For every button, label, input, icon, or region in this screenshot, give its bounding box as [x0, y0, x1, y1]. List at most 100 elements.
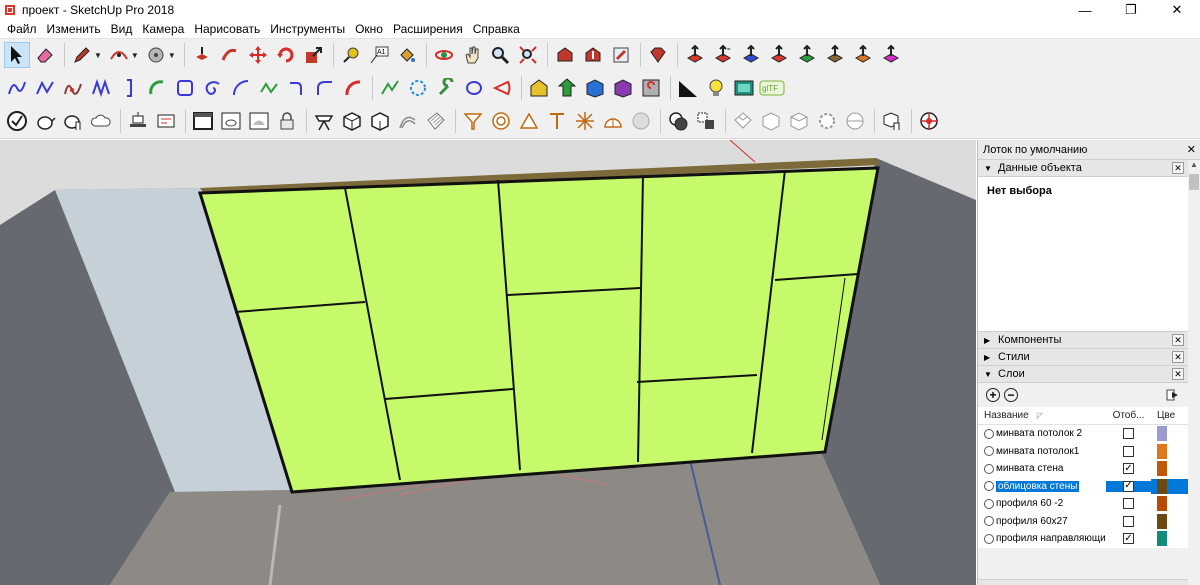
ellipse-button[interactable]: [461, 75, 487, 101]
bezier-tool-button[interactable]: [4, 75, 30, 101]
red-arc-button[interactable]: [340, 75, 366, 101]
sandbox-button[interactable]: [395, 108, 421, 134]
rotate-tool-button[interactable]: [273, 42, 299, 68]
validate-button[interactable]: [4, 108, 30, 134]
arc-curve-button[interactable]: [144, 75, 170, 101]
follow-me-button[interactable]: [217, 42, 243, 68]
close-icon[interactable]: ✕: [1172, 334, 1184, 346]
teardrop-button[interactable]: [489, 75, 515, 101]
active-layer-radio[interactable]: [984, 463, 994, 474]
light-button[interactable]: [703, 75, 729, 101]
zoom-extents-button[interactable]: [515, 42, 541, 68]
section-plane-button[interactable]: [125, 108, 151, 134]
layer-color-swatch[interactable]: [1157, 426, 1167, 442]
solid-tool-e-button[interactable]: [842, 108, 868, 134]
layer-color-swatch[interactable]: [1157, 531, 1167, 547]
minimize-button[interactable]: —: [1062, 0, 1108, 20]
layer-visible-checkbox[interactable]: [1123, 445, 1134, 457]
col-color-header[interactable]: Цве: [1157, 410, 1175, 421]
ruby-console-button[interactable]: [645, 42, 671, 68]
remove-layer-button[interactable]: −: [1004, 388, 1018, 402]
chevron-down-icon[interactable]: ▼: [131, 51, 139, 60]
styles-header[interactable]: ▶ Стили ✕: [978, 349, 1188, 366]
active-layer-radio[interactable]: [984, 533, 994, 544]
cube-view-2-button[interactable]: [367, 108, 393, 134]
wrench-button[interactable]: [433, 75, 459, 101]
menu-camera[interactable]: Камера: [137, 22, 189, 36]
orbit-button[interactable]: [431, 42, 457, 68]
axis-tool-button[interactable]: [682, 42, 708, 68]
solid-tool-4-button[interactable]: [610, 75, 636, 101]
menu-window[interactable]: Окно: [350, 22, 388, 36]
select-tool-button[interactable]: [4, 42, 30, 68]
warehouse-button[interactable]: [552, 42, 578, 68]
pan-button[interactable]: [459, 42, 485, 68]
arc-tool-button[interactable]: [106, 42, 132, 68]
active-layer-radio[interactable]: [984, 428, 994, 439]
style-shaded-button[interactable]: [246, 108, 272, 134]
construct-3-button[interactable]: [516, 108, 542, 134]
layer-name[interactable]: облицовка стены: [996, 480, 1080, 492]
layer-row[interactable]: профиля 60 -2: [978, 495, 1188, 513]
layer-row[interactable]: профиля 60х27: [978, 513, 1188, 531]
solid-tool-5-button[interactable]: [638, 75, 664, 101]
share-model-button[interactable]: [580, 42, 606, 68]
layer-row[interactable]: минвата потолок 2: [978, 425, 1188, 443]
menu-extensions[interactable]: Расширения: [388, 22, 468, 36]
layer-visible-checkbox[interactable]: [1123, 515, 1134, 527]
active-layer-radio[interactable]: [984, 498, 994, 509]
layer-visible-checkbox[interactable]: [1123, 428, 1134, 440]
layer-name[interactable]: минвата потолок 2: [996, 428, 1082, 439]
layer-visible-checkbox[interactable]: [1123, 498, 1134, 510]
paint-bucket-button[interactable]: [394, 42, 420, 68]
polygon-button[interactable]: [405, 75, 431, 101]
teapot-hand-button[interactable]: [60, 108, 86, 134]
move-tool-button[interactable]: [245, 42, 271, 68]
view-back-button[interactable]: [822, 42, 848, 68]
view-bottom-button[interactable]: [878, 42, 904, 68]
solid-tool-a-button[interactable]: [730, 108, 756, 134]
style-locked-button[interactable]: [274, 108, 300, 134]
gltf-export-button[interactable]: glTF: [759, 75, 785, 101]
scroll-up-icon[interactable]: ▲: [1188, 160, 1200, 172]
scale-tool-button[interactable]: [301, 42, 327, 68]
menu-edit[interactable]: Изменить: [42, 22, 106, 36]
layer-row[interactable]: минвата стена ✓: [978, 460, 1188, 478]
tape-measure-button[interactable]: [338, 42, 364, 68]
details-arrow-icon[interactable]: [1166, 388, 1180, 402]
solid-tool-1-button[interactable]: [526, 75, 552, 101]
view-top-button[interactable]: [738, 42, 764, 68]
close-icon[interactable]: ✕: [1172, 351, 1184, 363]
wave-curve-button[interactable]: [256, 75, 282, 101]
offset-curve-button[interactable]: [116, 75, 142, 101]
layer-name[interactable]: профиля 60 -2: [996, 498, 1063, 509]
close-icon[interactable]: ✕: [1172, 162, 1184, 174]
wall-cladding[interactable]: [197, 166, 880, 494]
arc-3pt-button[interactable]: [228, 75, 254, 101]
menu-tools[interactable]: Инструменты: [265, 22, 350, 36]
view-iso-button[interactable]: =: [710, 42, 736, 68]
col-name-header[interactable]: Название: [984, 410, 1029, 421]
bend-curve-button[interactable]: [312, 75, 338, 101]
shadow-button[interactable]: [675, 75, 701, 101]
tray-scrollbar[interactable]: ▲: [1188, 160, 1200, 585]
construct-4-button[interactable]: [544, 108, 570, 134]
layer-row[interactable]: облицовка стены ✓: [978, 478, 1188, 496]
component-edit-button[interactable]: [879, 108, 905, 134]
layer-visible-checkbox[interactable]: ✓: [1123, 533, 1134, 545]
components-header[interactable]: ▶ Компоненты ✕: [978, 332, 1188, 349]
layers-header[interactable]: ▼ Слои ✕: [978, 366, 1188, 383]
solid-tool-b-button[interactable]: [758, 108, 784, 134]
solid-subtract-button[interactable]: [693, 108, 719, 134]
shape-tool-button[interactable]: [143, 42, 169, 68]
pencil-tool-button[interactable]: [69, 42, 95, 68]
layer-visible-checkbox[interactable]: ✓: [1123, 463, 1134, 475]
model-viewport[interactable]: [0, 140, 976, 585]
solid-union-button[interactable]: [665, 108, 691, 134]
spiral-button[interactable]: [200, 75, 226, 101]
text-tool-button[interactable]: A1: [366, 42, 392, 68]
polyline-curve-button[interactable]: [32, 75, 58, 101]
spline-button[interactable]: [88, 75, 114, 101]
chevron-down-icon[interactable]: ▼: [168, 51, 176, 60]
scroll-thumb[interactable]: [1189, 174, 1199, 190]
